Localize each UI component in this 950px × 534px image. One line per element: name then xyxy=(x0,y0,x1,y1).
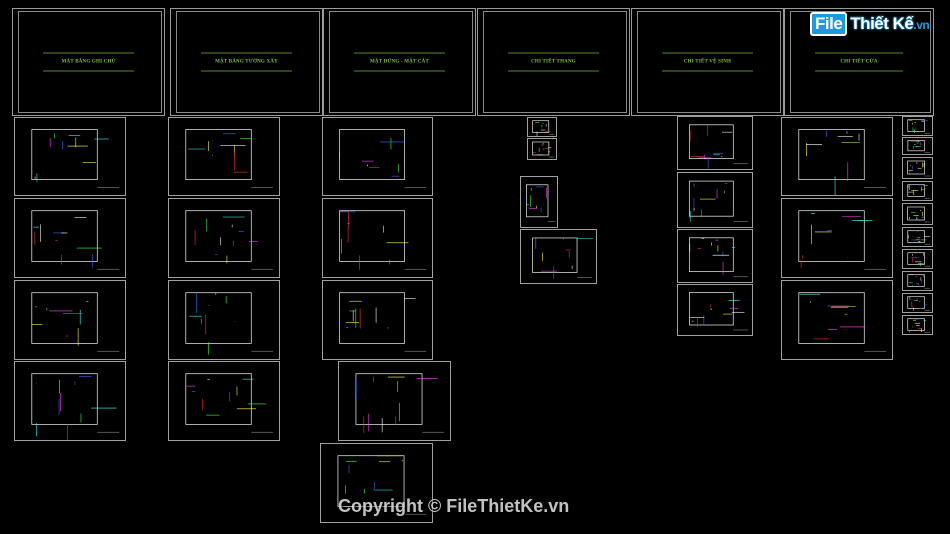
drawing-sheet[interactable] xyxy=(902,315,933,335)
drawing-sheet[interactable] xyxy=(677,229,753,283)
drawing-sheet[interactable] xyxy=(14,198,126,278)
cad-drawing xyxy=(907,119,931,134)
cad-drawing xyxy=(339,292,427,352)
cad-drawing xyxy=(907,184,931,199)
drawing-sheet[interactable] xyxy=(527,138,557,160)
cad-drawing xyxy=(532,141,555,158)
drawing-sheet[interactable] xyxy=(14,117,126,196)
cad-drawing xyxy=(532,120,555,136)
logo-text: Thiết Kế.vn xyxy=(850,14,930,33)
cad-drawing xyxy=(185,129,274,188)
title-sheet[interactable]: CHI TIẾT VỆ SINH xyxy=(631,8,784,116)
drawing-sheet[interactable] xyxy=(902,203,933,225)
cad-drawing xyxy=(798,129,887,195)
drawing-sheet[interactable] xyxy=(338,361,451,441)
cad-drawing xyxy=(907,296,931,311)
drawing-sheet[interactable] xyxy=(902,116,933,136)
cad-drawing xyxy=(907,206,931,223)
title-sheet[interactable]: MẶT BẰNG TƯỜNG XÂY xyxy=(170,8,323,116)
drawing-sheet[interactable] xyxy=(902,293,933,313)
sheet-title: MẶT ĐỨNG - MẶT CẮT xyxy=(324,53,475,72)
drawing-sheet[interactable] xyxy=(902,249,933,269)
cad-drawing xyxy=(31,210,120,270)
cad-drawing xyxy=(688,237,748,278)
cad-drawing xyxy=(185,373,274,433)
filethietke-logo: File Thiết Kế.vn xyxy=(810,12,930,36)
drawing-sheet[interactable] xyxy=(781,280,893,360)
cad-drawing xyxy=(339,129,427,188)
sheet-title: CHI TIẾT THANG xyxy=(478,53,629,72)
cad-drawing xyxy=(798,210,887,270)
sheet-title: MẶT BẰNG GHI CHÚ xyxy=(13,53,164,72)
logo-file: File xyxy=(810,12,848,36)
drawing-sheet[interactable] xyxy=(902,271,933,291)
sheet-title: CHI TIẾT VỆ SINH xyxy=(632,53,783,72)
drawing-sheet[interactable] xyxy=(520,176,558,228)
title-sheet[interactable]: CHI TIẾT THANG xyxy=(477,8,630,116)
cad-drawing xyxy=(185,210,274,270)
drawing-sheet[interactable] xyxy=(902,181,933,201)
cad-drawing xyxy=(339,210,427,270)
drawing-sheet[interactable] xyxy=(322,117,433,196)
cad-drawing xyxy=(798,292,887,352)
cad-drawing xyxy=(907,230,931,245)
cad-drawing xyxy=(907,252,931,267)
cad-drawing xyxy=(688,180,748,222)
sheet-title: MẶT BẰNG TƯỜNG XÂY xyxy=(171,53,322,72)
drawing-sheet[interactable] xyxy=(322,280,433,360)
drawing-sheet[interactable] xyxy=(677,284,753,336)
drawing-sheet[interactable] xyxy=(677,172,753,228)
cad-drawing xyxy=(31,129,120,188)
drawing-sheet[interactable] xyxy=(168,117,280,196)
drawing-sheet[interactable] xyxy=(902,157,933,179)
drawing-sheet[interactable] xyxy=(14,280,126,360)
cad-drawing xyxy=(907,160,931,177)
cad-drawing xyxy=(907,318,931,333)
drawing-sheet[interactable] xyxy=(677,116,753,170)
cad-drawing xyxy=(355,373,445,433)
drawing-sheet[interactable] xyxy=(168,280,280,360)
cad-drawing xyxy=(185,292,274,355)
cad-drawing xyxy=(907,140,930,153)
sheet-title: CHI TIẾT CỬA xyxy=(785,53,933,72)
drawing-sheet[interactable] xyxy=(168,361,280,441)
drawing-sheet[interactable] xyxy=(902,227,933,247)
drawing-sheet[interactable] xyxy=(520,229,597,284)
copyright-watermark: Copyright © FileThietKe.vn xyxy=(338,496,570,516)
drawing-sheet[interactable] xyxy=(781,198,893,278)
cad-drawing xyxy=(31,373,120,440)
drawing-sheet[interactable] xyxy=(527,117,557,137)
drawing-sheet[interactable] xyxy=(168,198,280,278)
drawing-sheet[interactable] xyxy=(781,117,893,196)
cad-drawing xyxy=(688,124,748,169)
cad-drawing xyxy=(31,292,120,352)
cad-drawing xyxy=(532,237,594,280)
cad-drawing xyxy=(907,274,931,289)
drawing-sheet[interactable] xyxy=(14,361,126,441)
drawing-sheet[interactable] xyxy=(902,137,933,155)
title-sheet[interactable]: MẶT ĐỨNG - MẶT CẮT xyxy=(323,8,476,116)
title-sheet[interactable]: MẶT BẰNG GHI CHÚ xyxy=(12,8,165,116)
cad-drawing xyxy=(526,184,556,222)
drawing-sheet[interactable] xyxy=(322,198,433,278)
cad-drawing xyxy=(689,292,748,331)
